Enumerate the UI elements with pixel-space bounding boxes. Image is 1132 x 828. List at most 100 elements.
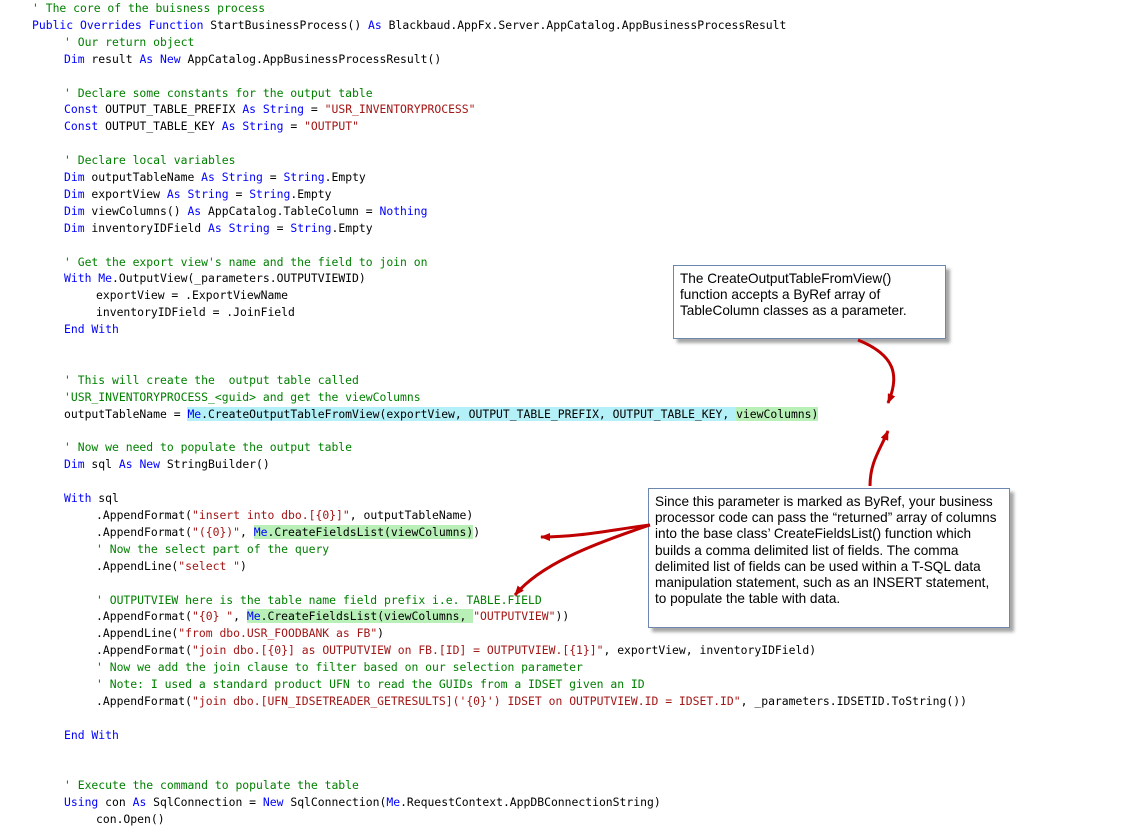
code-token: ' Execute the command to populate the ta… — [64, 778, 359, 793]
code-token: ' Now the select part of the query — [96, 541, 330, 556]
code-token: "join dbo.[{0}] as OUTPUTVIEW on FB.[ID]… — [192, 643, 604, 658]
code-token: StartBusinessProcess() — [203, 17, 369, 32]
code-token: OUTPUT_TABLE_KEY — [98, 119, 222, 134]
code-line: Using con As SqlConnection = New SqlConn… — [64, 794, 661, 811]
highlighted-code-token: .CreateFieldsList(viewColumns) — [267, 524, 474, 539]
code-line: With Me.OutputView(_parameters.OUTPUTVIE… — [64, 270, 366, 287]
code-token: Dim — [64, 203, 85, 218]
code-token: Const — [64, 119, 99, 134]
code-token: = — [304, 102, 325, 117]
code-token: , _parameters.IDSETID.ToString()) — [740, 693, 967, 708]
code-token: .AppendLine( — [96, 626, 179, 641]
code-token: Nothing — [379, 203, 428, 218]
code-token: As New — [118, 457, 161, 472]
code-line: Dim inventoryIDField As String = String.… — [64, 220, 373, 237]
code-token: = — [283, 119, 305, 134]
code-token: AppCatalog.TableColumn = — [201, 203, 380, 218]
code-token: .RequestContext.AppDBConnectionString) — [400, 795, 661, 810]
code-line: Const OUTPUT_TABLE_KEY As String = "OUTP… — [64, 118, 359, 135]
code-line: ' Note: I used a standard product UFN to… — [96, 676, 645, 693]
callout-byref-explanation: Since this parameter is marked as ByRef,… — [648, 488, 1010, 628]
highlighted-code-token: .CreateFieldsList(viewColumns, — [260, 609, 474, 624]
code-token: sql — [91, 491, 119, 506]
code-token: result — [84, 51, 140, 66]
code-token: ) — [473, 524, 481, 539]
code-token: ' Get the export view's name and the fie… — [64, 254, 428, 269]
code-token: New — [262, 795, 284, 810]
code-token: con.Open() — [96, 812, 165, 827]
code-token: viewColumns() — [84, 203, 188, 218]
code-token: "select " — [178, 558, 241, 573]
code-line: With sql — [64, 490, 119, 507]
code-token: ' Now we need to populate the output tab… — [64, 440, 353, 455]
code-token: ' Our return object — [64, 34, 195, 49]
code-line: Dim viewColumns() As AppCatalog.TableCol… — [64, 203, 428, 220]
code-line: Const OUTPUT_TABLE_PREFIX As String = "U… — [64, 101, 476, 118]
code-token: String — [249, 186, 291, 201]
highlighted-code-token: viewColumns) — [736, 406, 819, 421]
code-token: Dim — [64, 51, 85, 66]
code-line: inventoryIDField = .JoinField — [96, 304, 295, 321]
code-line: ' Execute the command to populate the ta… — [64, 777, 359, 794]
code-token: ' This will create the output table call… — [64, 372, 359, 387]
code-token: 'USR_INVENTORYPROCESS_<guid> and get the… — [64, 389, 421, 404]
code-token: With Me — [64, 271, 113, 286]
code-token: outputTableName — [84, 170, 202, 184]
code-token: "from dbo.USR_FOODBANK as FB" — [178, 626, 378, 641]
code-token: con — [98, 795, 133, 810]
code-line: Dim outputTableName As String = String.E… — [64, 169, 366, 186]
code-line: ' This will create the output table call… — [64, 372, 359, 389]
code-line: ' Declare local variables — [64, 152, 235, 169]
code-token: As String — [242, 102, 305, 117]
code-line: .AppendFormat("join dbo.[UFN_IDSETREADER… — [96, 693, 967, 710]
code-token: StringBuilder() — [160, 457, 270, 472]
code-line: Dim result As New AppCatalog.AppBusiness… — [64, 51, 441, 68]
code-token: String — [290, 220, 332, 235]
code-token: "({0})" — [192, 524, 241, 539]
code-line: .AppendFormat("join dbo.[{0}] as OUTPUTV… — [96, 642, 816, 659]
code-token: , — [233, 609, 247, 624]
code-token: Me — [386, 795, 401, 810]
code-token: "join dbo.[UFN_IDSETREADER_GETRESULTS]('… — [192, 693, 741, 708]
code-token: .OutputView(_parameters.OUTPUTVIEWID) — [112, 271, 366, 286]
code-token: SqlConnection = — [146, 795, 263, 810]
code-token: ' OUTPUTVIEW here is the table name fiel… — [96, 592, 542, 607]
code-token: "OUTPUT" — [304, 119, 359, 134]
callout-create-output-table: The CreateOutputTableFromView() function… — [673, 265, 946, 339]
code-line: ' Now we add the join clause to filter b… — [96, 659, 583, 676]
code-token: As — [132, 795, 147, 810]
code-line: .AppendLine("from dbo.USR_FOODBANK as FB… — [96, 625, 384, 642]
code-token: Blackbaud.AppFx.Server.AppCatalog.AppBus… — [381, 17, 787, 32]
code-token: As New — [139, 51, 181, 66]
code-token: .AppendFormat( — [96, 643, 193, 658]
code-token: .AppendFormat( — [96, 508, 193, 522]
code-token: End With — [64, 322, 119, 337]
code-line: End With — [64, 321, 119, 338]
code-token: As String — [208, 220, 270, 235]
code-line: ' Declare some constants for the output … — [64, 85, 373, 102]
code-line: ' The core of the buisness process — [32, 0, 265, 17]
code-token: ' Note: I used a standard product UFN to… — [96, 677, 645, 691]
code-token: , exportView, inventoryIDField) — [603, 643, 817, 658]
code-line: ' Now the select part of the query — [96, 541, 329, 558]
code-line: outputTableName = Me.CreateOutputTableFr… — [64, 406, 819, 423]
code-token: Dim — [64, 186, 85, 201]
code-token: Const — [64, 102, 99, 117]
code-token: outputTableName = — [64, 406, 188, 421]
code-line: ' Get the export view's name and the fie… — [64, 254, 427, 271]
code-token: ) — [240, 558, 247, 573]
code-line: Dim sql As New StringBuilder() — [64, 456, 270, 473]
code-token: exportView — [84, 186, 167, 201]
code-token: .Empty — [290, 186, 332, 201]
code-token: Dim — [64, 220, 85, 235]
code-editor: ' The core of the buisness process Public… — [0, 0, 1132, 827]
code-token: = — [228, 186, 250, 201]
code-line: ' Now we need to populate the output tab… — [64, 439, 352, 456]
code-line: ' OUTPUTVIEW here is the table name fiel… — [96, 592, 542, 609]
code-token: .AppendLine( — [96, 558, 179, 573]
code-token: As String — [166, 186, 229, 201]
code-token: ' Declare local variables — [64, 153, 236, 168]
highlighted-code-token: Me — [187, 406, 202, 421]
code-token: ' The core of the buisness process — [32, 1, 266, 15]
code-line: con.Open() — [96, 811, 165, 828]
